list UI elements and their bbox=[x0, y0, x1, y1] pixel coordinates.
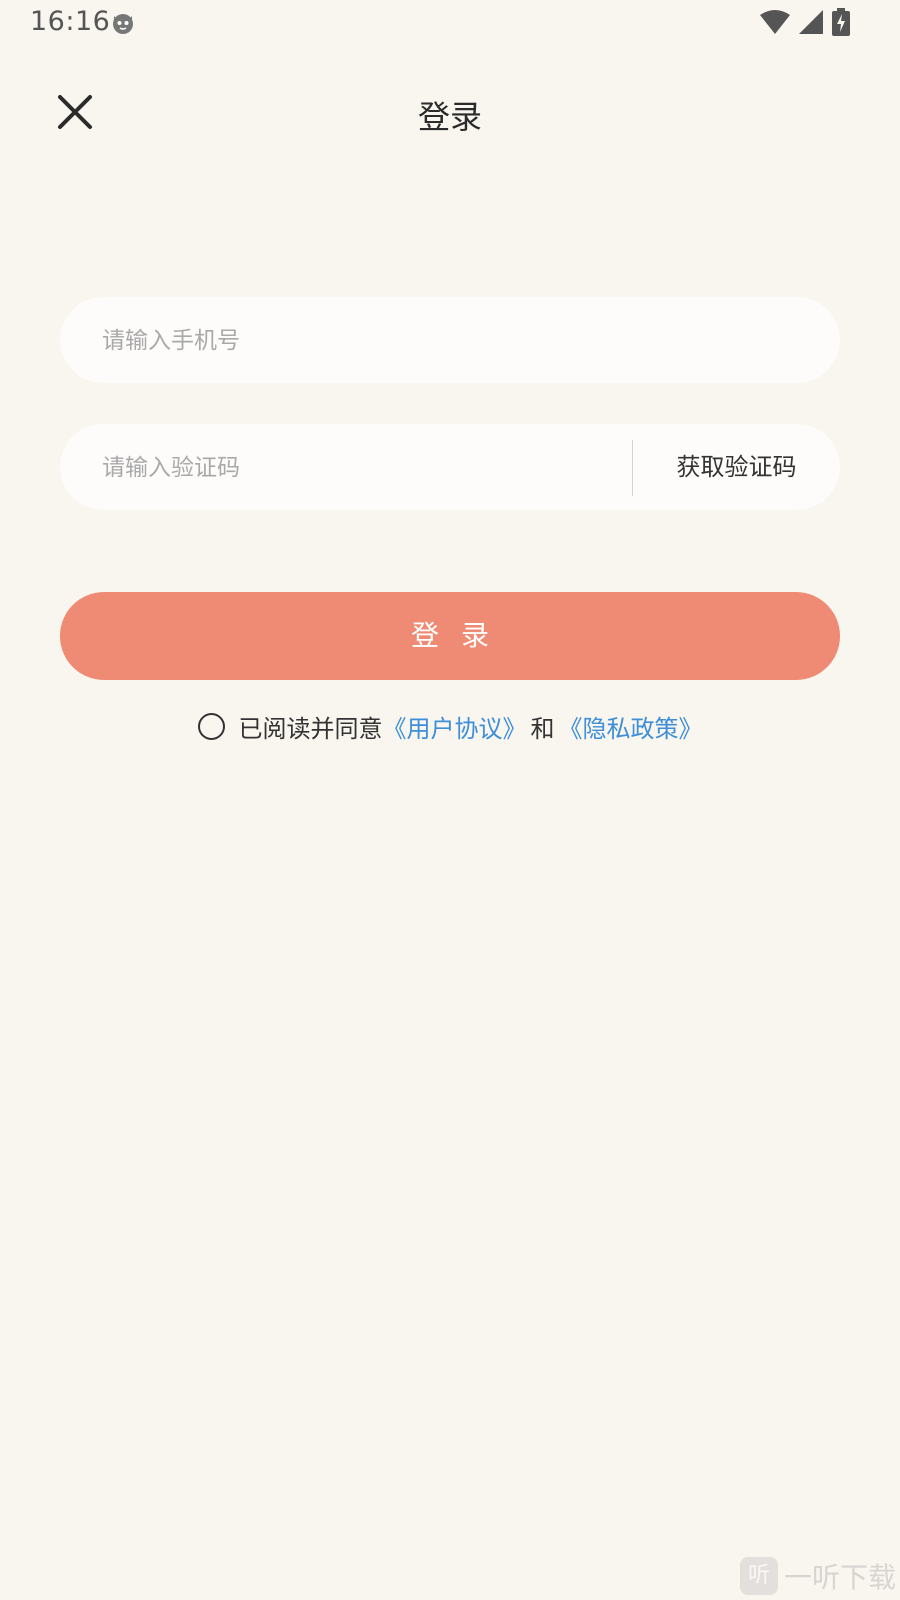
watermark: 听 一听下载 bbox=[739, 1556, 896, 1596]
agreement-row: 已阅读并同意 《用户协议》 和 《隐私政策》 bbox=[0, 706, 900, 746]
verification-code-field: 获取验证码 bbox=[60, 424, 840, 512]
and-text: 和 bbox=[530, 714, 555, 743]
user-agreement-link[interactable]: 《用户协议》 bbox=[383, 709, 527, 744]
page-title: 登录 bbox=[417, 98, 482, 136]
watermark-text: 一听下载 bbox=[783, 1561, 896, 1594]
wifi-icon bbox=[760, 9, 790, 39]
battery-charging-icon bbox=[832, 8, 850, 40]
cellular-signal-icon bbox=[798, 9, 824, 39]
phone-input[interactable] bbox=[100, 297, 804, 385]
login-button[interactable]: 登录 bbox=[60, 592, 840, 680]
top-bar: 登录 bbox=[0, 70, 900, 160]
status-bar: 16:16 bbox=[0, 0, 900, 48]
watermark-logo-icon: 听 bbox=[739, 1557, 778, 1595]
verification-code-input[interactable] bbox=[100, 424, 624, 512]
agreement-text: 已阅读并同意 bbox=[238, 714, 383, 743]
cat-face-icon bbox=[110, 10, 136, 40]
status-time: 16:16 bbox=[30, 6, 111, 37]
agreement-checkbox[interactable] bbox=[197, 712, 225, 740]
privacy-policy-link[interactable]: 《隐私政策》 bbox=[559, 709, 703, 744]
phone-field bbox=[60, 297, 840, 385]
get-code-button[interactable]: 获取验证码 bbox=[633, 424, 840, 510]
